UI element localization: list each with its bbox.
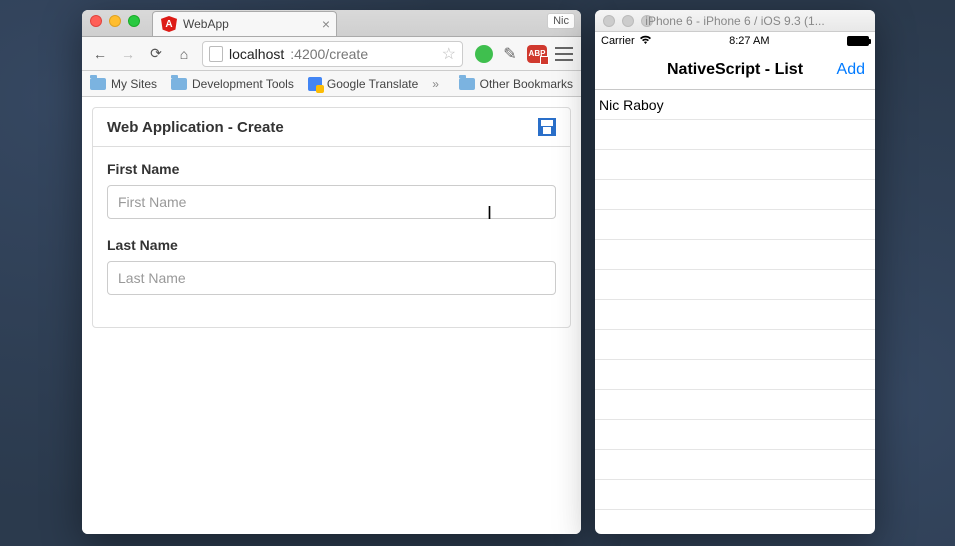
list-item <box>595 300 875 330</box>
bookmark-google-translate[interactable]: Google Translate <box>308 77 418 91</box>
google-translate-icon <box>308 77 322 91</box>
simulator-window: iPhone 6 - iPhone 6 / iOS 9.3 (1... Carr… <box>595 10 875 534</box>
last-name-label: Last Name <box>107 237 556 253</box>
adblock-icon[interactable]: ABP <box>527 45 547 63</box>
maximize-window-button[interactable] <box>641 15 653 27</box>
bookmark-overflow[interactable]: » <box>432 77 439 91</box>
list-item <box>595 360 875 390</box>
wifi-icon <box>639 35 652 48</box>
list-item <box>595 390 875 420</box>
list-item[interactable]: Nic Raboy <box>595 90 875 120</box>
page-content: Web Application - Create First Name Last… <box>82 97 581 534</box>
tab-close-icon[interactable]: × <box>322 16 330 32</box>
first-name-input[interactable] <box>107 185 556 219</box>
extension-green-icon[interactable] <box>475 45 493 63</box>
nav-title: NativeScript - List <box>667 61 803 79</box>
list-item <box>595 120 875 150</box>
folder-icon <box>171 78 187 90</box>
bookmark-my-sites[interactable]: My Sites <box>90 77 157 91</box>
tab-title: WebApp <box>183 17 229 31</box>
battery-icon <box>847 36 869 46</box>
bookmark-dev-tools[interactable]: Development Tools <box>171 77 294 91</box>
list-item <box>595 330 875 360</box>
carrier-label: Carrier <box>601 35 635 47</box>
back-button[interactable]: ← <box>90 44 110 64</box>
bookmark-label: Google Translate <box>327 77 418 91</box>
angular-icon: A <box>161 16 177 32</box>
bookmark-label: Development Tools <box>192 77 294 91</box>
maximize-window-button[interactable] <box>128 15 140 27</box>
list-item <box>595 150 875 180</box>
tab-strip: A WebApp × Nic <box>82 10 581 37</box>
page-title: Web Application - Create <box>107 119 284 136</box>
bookmark-label: Other Bookmarks <box>480 77 573 91</box>
bookmarks-bar: My Sites Development Tools Google Transl… <box>82 71 581 97</box>
list-item <box>595 210 875 240</box>
add-button[interactable]: Add <box>837 61 865 79</box>
color-picker-icon[interactable]: ✎ <box>501 45 519 63</box>
list-item <box>595 180 875 210</box>
folder-icon <box>459 78 475 90</box>
ios-list[interactable]: Nic Raboy <box>595 90 875 534</box>
bookmark-other[interactable]: Other Bookmarks <box>459 77 573 91</box>
carrier-indicator: Carrier <box>601 35 652 48</box>
bookmark-label: My Sites <box>111 77 157 91</box>
close-window-button[interactable] <box>603 15 615 27</box>
browser-window: A WebApp × Nic ← → ⟳ ⌂ localhost :4200/cr… <box>82 10 581 534</box>
close-window-button[interactable] <box>90 15 102 27</box>
ios-status-bar: Carrier 8:27 AM <box>595 32 875 50</box>
url-host: localhost <box>229 46 284 62</box>
list-item <box>595 270 875 300</box>
menu-button[interactable] <box>555 47 573 61</box>
minimize-window-button[interactable] <box>109 15 121 27</box>
window-controls <box>90 15 140 27</box>
forward-button[interactable]: → <box>118 44 138 64</box>
minimize-window-button[interactable] <box>622 15 634 27</box>
profile-chip[interactable]: Nic <box>547 13 575 29</box>
url-path: :4200/create <box>290 46 368 62</box>
list-item <box>595 480 875 510</box>
list-item <box>595 420 875 450</box>
window-controls <box>603 15 653 27</box>
status-time: 8:27 AM <box>729 35 769 47</box>
address-bar[interactable]: localhost :4200/create ☆ <box>202 41 463 67</box>
home-button[interactable]: ⌂ <box>174 44 194 64</box>
panel-body: First Name Last Name <box>93 147 570 327</box>
create-panel: Web Application - Create First Name Last… <box>92 107 571 328</box>
reload-button[interactable]: ⟳ <box>146 44 166 64</box>
list-item <box>595 450 875 480</box>
page-icon <box>209 46 223 62</box>
list-item <box>595 240 875 270</box>
browser-tab[interactable]: A WebApp × <box>152 11 337 36</box>
first-name-label: First Name <box>107 161 556 177</box>
simulator-titlebar: iPhone 6 - iPhone 6 / iOS 9.3 (1... <box>595 10 875 32</box>
list-item <box>595 510 875 534</box>
extension-icons: ✎ ABP <box>471 45 573 63</box>
folder-icon <box>90 78 106 90</box>
bookmark-star-icon[interactable]: ☆ <box>442 44 456 64</box>
save-button[interactable] <box>538 118 556 136</box>
ios-nav-bar: NativeScript - List Add <box>595 50 875 90</box>
panel-header: Web Application - Create <box>93 108 570 147</box>
last-name-input[interactable] <box>107 261 556 295</box>
browser-toolbar: ← → ⟳ ⌂ localhost :4200/create ☆ ✎ ABP <box>82 37 581 71</box>
